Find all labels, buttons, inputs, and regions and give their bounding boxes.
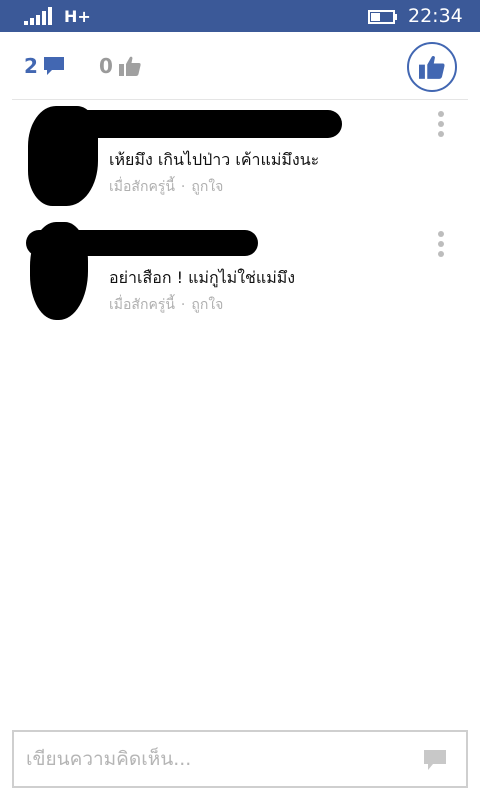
comment-like-link[interactable]: ถูกใจ <box>191 179 223 195</box>
thumbs-up-icon <box>118 56 141 76</box>
author-name-redacted[interactable] <box>60 110 342 138</box>
clock: 22:34 <box>408 5 463 27</box>
like-count: 0 <box>99 54 113 78</box>
network-type: H+ <box>64 7 91 26</box>
comment-item: เห้ยมึง เกินไปป่าว เค้าแม่มึงนะ เมื่อสัก… <box>0 104 480 214</box>
comment-icon <box>43 57 64 75</box>
like-button[interactable] <box>407 42 457 92</box>
like-count-button[interactable]: 0 <box>99 54 142 78</box>
comment-timestamp: เมื่อสักครู่นี้ <box>109 179 175 195</box>
comment-input[interactable] <box>26 746 406 772</box>
comment-meta: เมื่อสักครู่นี้ · ถูกใจ <box>109 176 223 198</box>
author-name-redacted[interactable] <box>26 230 258 256</box>
comment-timestamp: เมื่อสักครู่นี้ <box>109 297 175 313</box>
comment-text: อย่าเสือก ! แม่กูไม่ใช่แม่มึง <box>109 268 296 287</box>
status-bar: H+ 22:34 <box>0 0 480 32</box>
more-options-icon[interactable] <box>432 110 450 140</box>
comment-count-button[interactable]: 2 <box>24 54 65 78</box>
counts-bar: 2 0 <box>0 32 480 100</box>
speech-bubble-icon[interactable] <box>423 749 447 771</box>
comment-text: เห้ยมึง เกินไปป่าว เค้าแม่มึงนะ <box>109 150 320 169</box>
separator-dot: · <box>180 297 186 313</box>
more-options-icon[interactable] <box>432 230 450 260</box>
separator-dot: · <box>180 179 186 195</box>
signal-strength-icon <box>24 7 52 25</box>
thumbs-up-icon <box>419 55 445 79</box>
divider <box>12 99 468 100</box>
comment-composer <box>12 730 468 788</box>
battery-icon <box>368 10 397 24</box>
comment-meta: เมื่อสักครู่นี้ · ถูกใจ <box>109 294 223 316</box>
comment-item: อย่าเสือก ! แม่กูไม่ใช่แม่มึง เมื่อสักคร… <box>0 222 480 332</box>
comment-count: 2 <box>24 54 38 78</box>
comment-like-link[interactable]: ถูกใจ <box>191 297 223 313</box>
